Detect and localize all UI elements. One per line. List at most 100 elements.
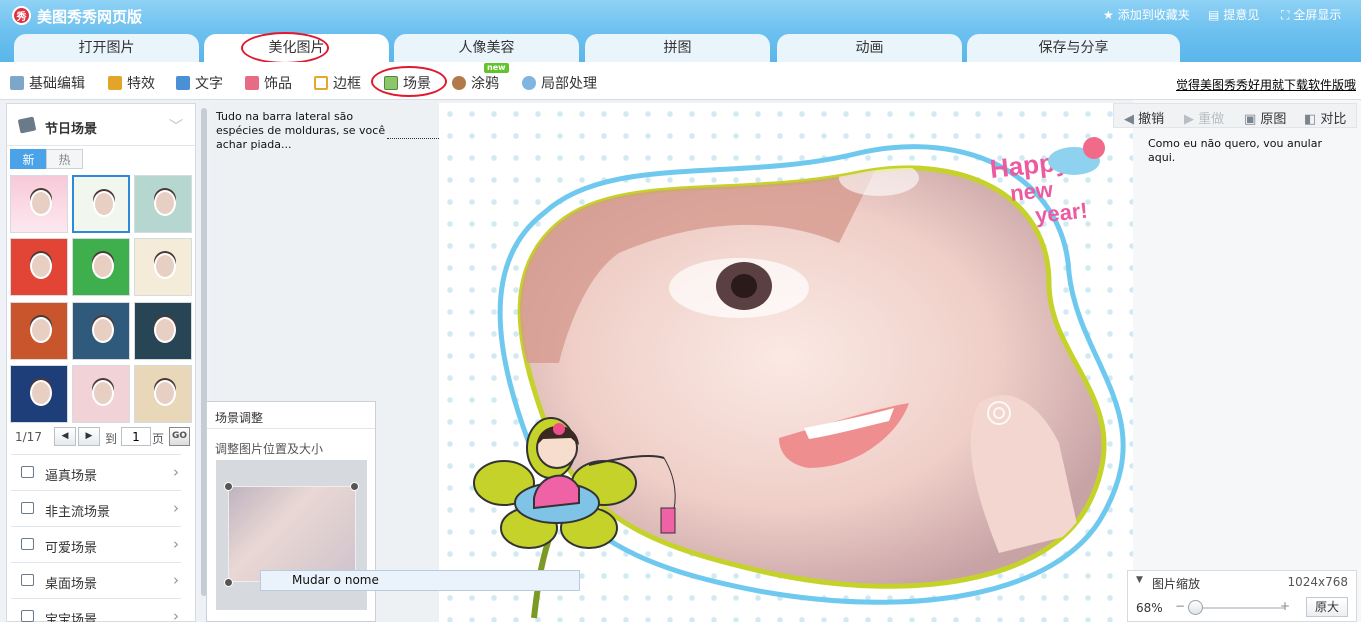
- undo-button[interactable]: ◀ 撤销: [1124, 108, 1164, 127]
- scene-thumbnail[interactable]: [134, 238, 192, 296]
- tab-beautify-image[interactable]: 美化图片: [204, 34, 389, 62]
- tool-text[interactable]: 文字: [176, 73, 223, 93]
- add-favorite-link[interactable]: ★ 添加到收藏夹: [1103, 6, 1190, 23]
- right-panel: [1133, 100, 1361, 622]
- prev-page-button[interactable]: ◀: [54, 427, 76, 446]
- new-badge: new: [484, 63, 509, 73]
- image-canvas[interactable]: Happy new year!: [439, 103, 1133, 622]
- zoom-out-icon[interactable]: −: [1175, 599, 1185, 613]
- brush-icon: [452, 76, 466, 90]
- tool-local-process[interactable]: 局部处理: [522, 73, 597, 93]
- page-count: 1/17: [15, 430, 42, 444]
- zoom-slider-handle[interactable]: [1188, 600, 1203, 615]
- basic-edit-icon: [10, 76, 24, 90]
- original-button[interactable]: ▣ 原图: [1244, 108, 1286, 127]
- zoom-slider-track[interactable]: [1190, 607, 1285, 609]
- scene-thumbnail[interactable]: [10, 175, 68, 233]
- star-icon: ★: [1103, 8, 1114, 22]
- magic-wand-icon: [108, 76, 122, 90]
- sidebar-title: 节日场景: [45, 122, 98, 137]
- undo-icon: ◀: [1124, 112, 1139, 127]
- text-icon: [176, 76, 190, 90]
- category-baby-scene[interactable]: 宝宝场景 ›: [11, 598, 181, 622]
- resize-handle[interactable]: [224, 578, 233, 587]
- scene-thumbnail[interactable]: [134, 175, 192, 233]
- year-text: year!: [1034, 198, 1089, 228]
- zoom-percent: 68%: [1136, 601, 1163, 615]
- tool-basic-edit[interactable]: 基础编辑: [10, 73, 85, 93]
- category-realistic-scene[interactable]: 逼真场景 ›: [11, 454, 181, 490]
- resize-handle[interactable]: [350, 482, 359, 491]
- fullscreen-link[interactable]: ⛶ 全屏显示: [1281, 6, 1341, 23]
- scene-thumbnail[interactable]: [134, 365, 192, 423]
- baby-icon: [21, 610, 34, 622]
- category-nonmainstream-scene[interactable]: 非主流场景 ›: [11, 490, 181, 526]
- category-cute-scene[interactable]: 可爱场景 ›: [11, 526, 181, 562]
- tool-effects[interactable]: 特效: [108, 73, 155, 93]
- original-icon: ▣: [1244, 112, 1261, 127]
- collapse-triangle-icon[interactable]: ▼: [1136, 575, 1143, 585]
- scene-thumbnail[interactable]: [72, 302, 130, 360]
- tab-animation[interactable]: 动画: [777, 34, 962, 62]
- scene-category-icon: [17, 116, 37, 134]
- scene-thumbnail[interactable]: [10, 365, 68, 423]
- actual-size-button[interactable]: 原大: [1306, 597, 1348, 617]
- zoom-panel: ▼ 图片缩放 1024x768 68% − + 原大: [1127, 570, 1357, 622]
- tab-save-share[interactable]: 保存与分享: [967, 34, 1180, 62]
- frame-icon: [314, 76, 328, 90]
- chevron-right-icon: ›: [173, 571, 179, 589]
- redo-button[interactable]: ▶ 重做: [1184, 108, 1224, 127]
- chevron-right-icon: ›: [173, 463, 179, 481]
- category-desktop-scene[interactable]: 桌面场景 ›: [11, 562, 181, 598]
- image-dimensions: 1024x768: [1287, 575, 1348, 589]
- tool-accessories[interactable]: 饰品: [245, 73, 292, 93]
- chevron-down-icon: ﹀: [169, 119, 183, 135]
- main-tabs: 打开图片 美化图片 人像美容 拼图 动画 保存与分享: [0, 32, 1361, 62]
- adjust-panel-subtitle: 调整图片位置及大小: [215, 442, 324, 456]
- tab-portrait[interactable]: 人像美容: [394, 34, 579, 62]
- app-title: 美图秀秀网页版: [37, 8, 143, 26]
- sidebar-header[interactable]: 节日场景 ﹀: [7, 104, 195, 146]
- download-software-link[interactable]: 觉得美图秀秀好用就下载软件版哦: [1176, 76, 1356, 93]
- undo-annotation: Como eu não quero, vou anular aqui.: [1148, 137, 1322, 164]
- app-logo-icon: 秀: [12, 6, 31, 25]
- person-icon: [21, 502, 34, 514]
- tool-doodle[interactable]: 涂鸦: [452, 73, 499, 93]
- adjust-panel-title: 场景调整: [207, 402, 375, 429]
- zoom-in-icon[interactable]: +: [1280, 599, 1290, 613]
- sort-tabs: 新热: [10, 149, 83, 169]
- redo-icon: ▶: [1184, 112, 1199, 127]
- comment-icon: ▤: [1208, 8, 1220, 22]
- local-process-icon: [522, 76, 536, 90]
- scene-icon: [384, 76, 398, 90]
- toolbar: 基础编辑 特效 文字 饰品 边框 场景 涂鸦 局部处理 觉得美图秀秀好用就下载软…: [0, 62, 1361, 100]
- desktop-icon: [21, 574, 34, 586]
- tab-collage[interactable]: 拼图: [585, 34, 770, 62]
- tool-frame[interactable]: 边框: [314, 73, 361, 93]
- scene-thumbnail[interactable]: [134, 302, 192, 360]
- page-number-input[interactable]: [121, 427, 151, 446]
- compare-button[interactable]: ◧ 对比: [1304, 108, 1346, 127]
- adjust-image[interactable]: [228, 486, 356, 582]
- tab-hottest[interactable]: 热: [46, 149, 83, 169]
- goto-label: 到: [105, 432, 118, 446]
- chevron-right-icon: ›: [173, 607, 179, 622]
- next-page-button[interactable]: ▶: [78, 427, 100, 446]
- tool-scene[interactable]: 场景: [384, 73, 431, 93]
- feedback-link[interactable]: ▤ 提意见: [1208, 6, 1259, 23]
- rename-tooltip: Mudar o nome: [260, 570, 580, 591]
- resize-handle[interactable]: [224, 482, 233, 491]
- tab-open-image[interactable]: 打开图片: [14, 34, 199, 62]
- picture-icon: [21, 466, 34, 478]
- go-button[interactable]: GO: [169, 427, 190, 446]
- scene-thumbnail[interactable]: [10, 238, 68, 296]
- scene-thumbnail[interactable]: [72, 238, 130, 296]
- scene-thumbnail[interactable]: [72, 175, 130, 233]
- title-bar: 秀 美图秀秀网页版 ★ 添加到收藏夹 ▤ 提意见 ⛶ 全屏显示: [0, 0, 1361, 32]
- scene-thumbnail[interactable]: [10, 302, 68, 360]
- tab-newest[interactable]: 新: [10, 149, 47, 169]
- page-label: 页: [152, 432, 165, 446]
- scene-thumbnail[interactable]: [72, 365, 130, 423]
- heart-icon: [21, 538, 34, 550]
- pagination: 1/17 ◀ ▶ 到 页 GO: [7, 426, 195, 450]
